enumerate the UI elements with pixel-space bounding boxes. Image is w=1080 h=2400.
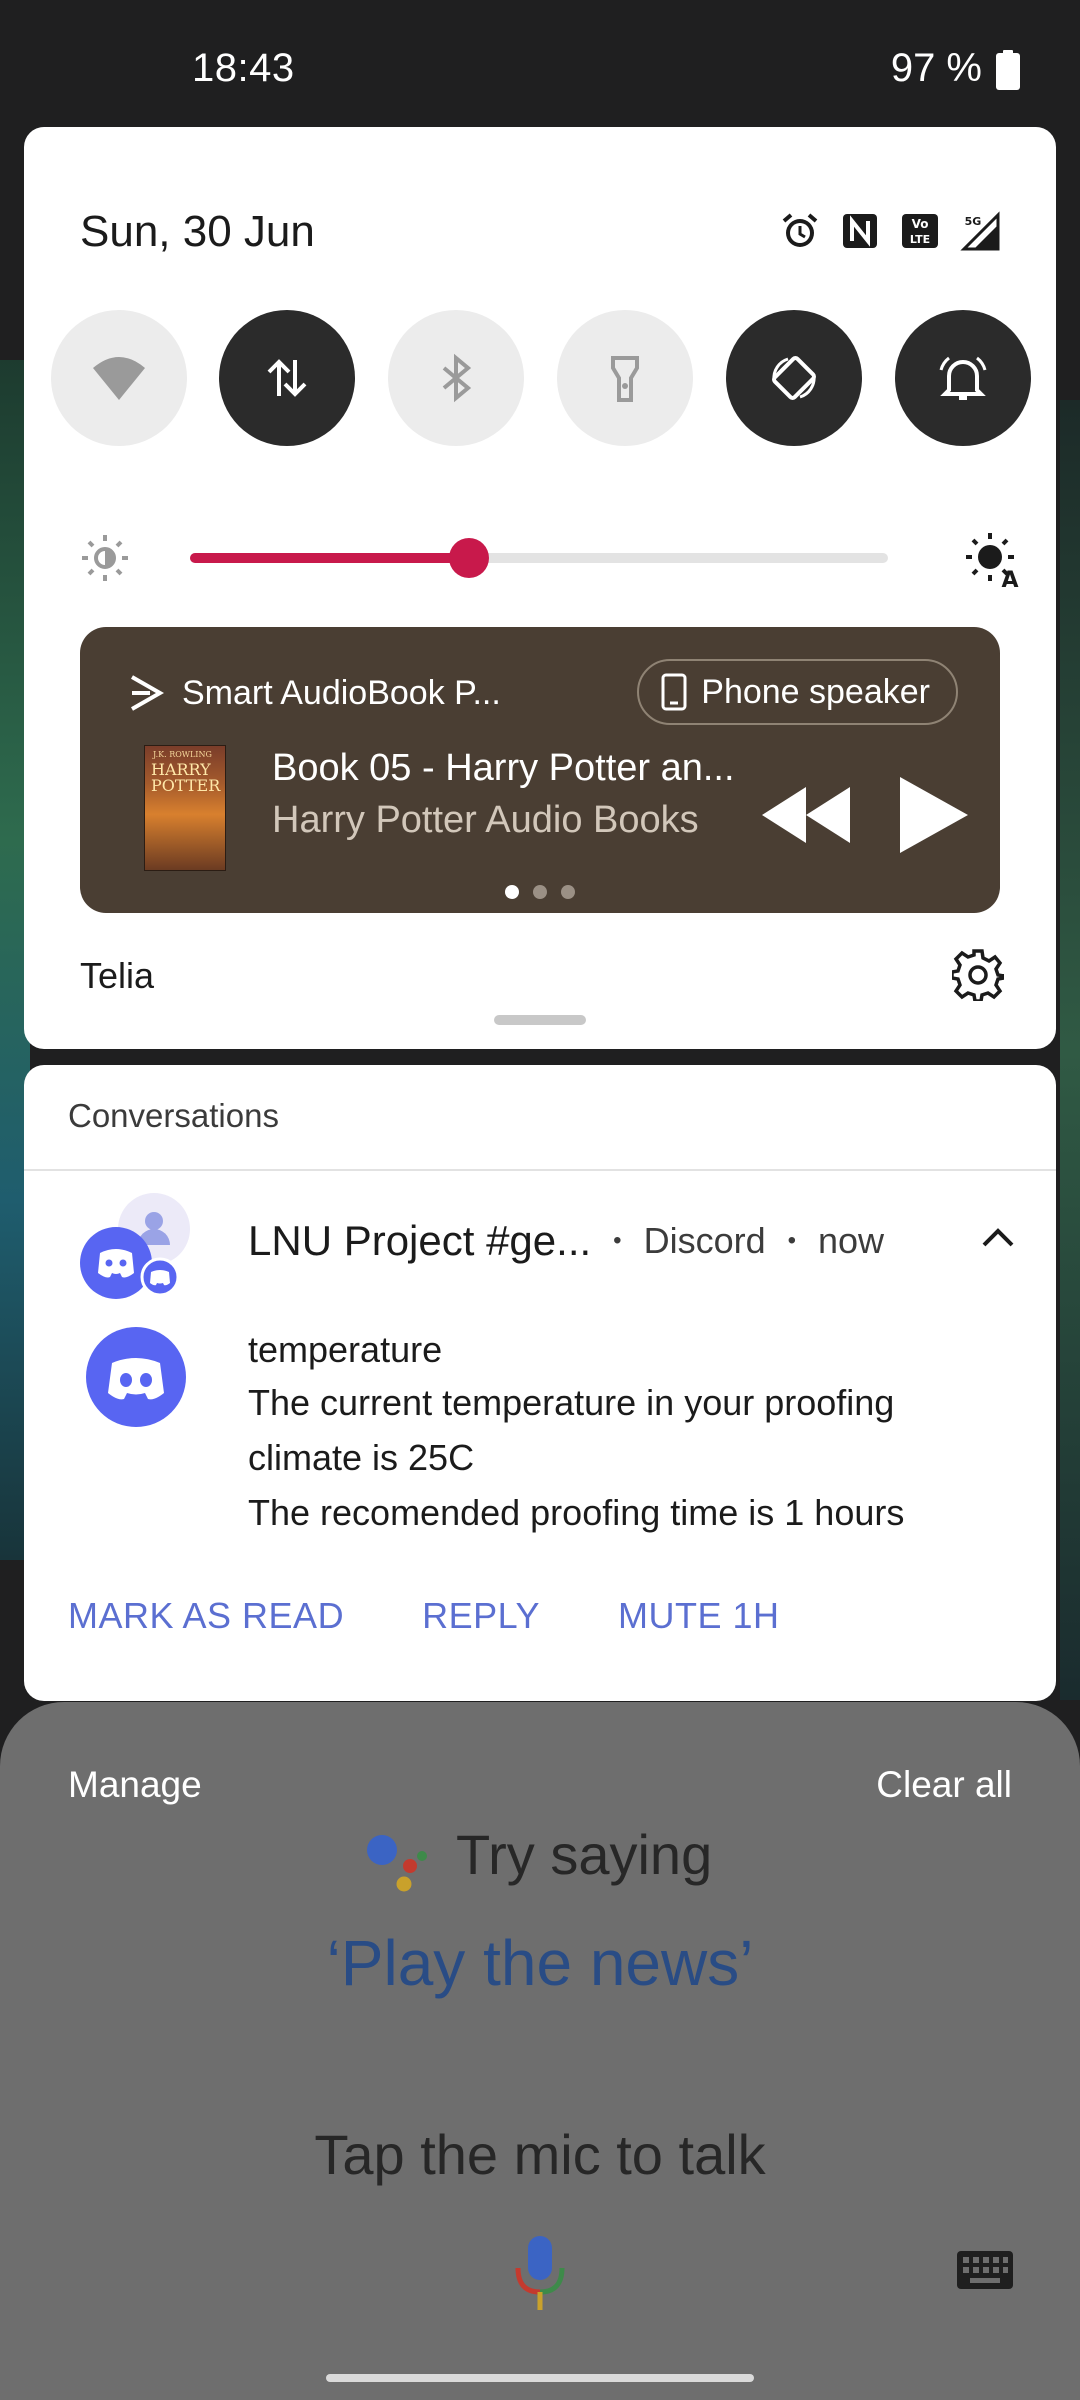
nfc-icon: [843, 214, 877, 248]
section-divider: [24, 1169, 1056, 1171]
notification-time: now: [818, 1220, 885, 1261]
svg-text:5G: 5G: [965, 215, 982, 228]
battery-icon: [996, 50, 1020, 90]
quick-tiles: [51, 310, 1031, 446]
navigation-handle[interactable]: [326, 2374, 754, 2382]
wifi-icon: [93, 357, 145, 400]
notification-header: LNU Project #ge... • Discord • now: [248, 1217, 885, 1264]
battery-percentage: 97 %: [890, 46, 982, 90]
clear-all-button[interactable]: Clear all: [876, 1764, 1012, 1806]
assistant-suggestion[interactable]: ‘Play the news’: [0, 1926, 1080, 2000]
brightness-low-icon: [82, 535, 128, 581]
output-device-label: Phone speaker: [701, 672, 930, 711]
output-device-button[interactable]: Phone speaker: [637, 659, 958, 725]
brightness-slider[interactable]: [190, 538, 888, 578]
section-header-conversations: Conversations: [68, 1097, 279, 1134]
notification-title: LNU Project #ge...: [248, 1217, 592, 1264]
try-saying-label: Try saying: [456, 1823, 713, 1886]
svg-text:A: A: [1001, 568, 1018, 589]
page-dot: [561, 885, 575, 899]
brightness-slider-thumb[interactable]: [449, 538, 490, 578]
brightness-slider-fill: [190, 553, 470, 563]
status-bar: 18:43 97 %: [0, 0, 1080, 128]
keyboard-icon[interactable]: [956, 2250, 1014, 2290]
page-dot: [533, 885, 547, 899]
rewind-button[interactable]: [760, 785, 852, 845]
data-arrows-icon: [267, 359, 307, 397]
bell-icon: [939, 356, 987, 400]
group-avatar-icon: [80, 1193, 190, 1299]
phone-icon: [661, 673, 687, 711]
tile-auto-rotate[interactable]: [726, 310, 862, 446]
svg-text:LTE: LTE: [910, 233, 930, 246]
quick-settings-panel: Sun, 30 Jun Vo LTE 5G A Smart AudioBook …: [24, 127, 1056, 1049]
message-sender: temperature: [248, 1329, 443, 1370]
tile-wifi[interactable]: [51, 310, 187, 446]
carrier-name: Telia: [80, 955, 155, 996]
volte-icon: Vo LTE: [902, 214, 938, 248]
settings-gear-icon[interactable]: [952, 949, 1004, 1001]
rotate-icon: [772, 356, 816, 400]
qs-date[interactable]: Sun, 30 Jun: [80, 207, 315, 257]
tile-bluetooth[interactable]: [388, 310, 524, 446]
media-player-card[interactable]: Smart AudioBook P... Phone speaker J.K. …: [80, 627, 1000, 913]
message-body: The current temperature in your proofing…: [248, 1375, 1008, 1540]
media-page-indicator: [80, 885, 1000, 899]
qs-status-icons: Vo LTE 5G: [780, 211, 1000, 251]
svg-text:Vo: Vo: [912, 217, 929, 231]
alarm-icon: [782, 213, 818, 247]
play-button[interactable]: [898, 775, 970, 855]
tile-flashlight[interactable]: [557, 310, 693, 446]
message-text: The current temperature in your proofing…: [248, 1382, 905, 1533]
notification-app-name: Discord: [643, 1220, 766, 1261]
media-app-name: Smart AudioBook P...: [182, 673, 501, 712]
flashlight-icon: [611, 356, 639, 402]
signal-5g-icon: 5G: [960, 211, 1000, 251]
album-art-title: HARRY POTTER: [151, 760, 221, 795]
wallpaper-right-edge: [1060, 400, 1080, 1700]
album-art: J.K. ROWLING HARRY POTTER: [144, 745, 226, 871]
page-dot-active: [505, 885, 519, 899]
tile-sound[interactable]: [895, 310, 1031, 446]
google-assistant-icon: [367, 1835, 427, 1892]
tile-mobile-data[interactable]: [219, 310, 355, 446]
status-time: 18:43: [192, 46, 295, 90]
mark-as-read-button[interactable]: MARK AS READ: [68, 1595, 344, 1637]
notification-actions: MARK AS READ REPLY MUTE 1H: [68, 1595, 779, 1637]
media-app-header: Smart AudioBook P...: [128, 673, 501, 713]
media-title: Book 05 - Harry Potter an...: [272, 747, 735, 789]
microphone-icon[interactable]: [514, 2234, 566, 2312]
panel-drag-handle[interactable]: [494, 1015, 586, 1025]
notification-card[interactable]: Conversations LNU Project #ge... • Disco…: [24, 1065, 1056, 1701]
reply-button[interactable]: REPLY: [422, 1595, 540, 1637]
bluetooth-icon: [442, 353, 472, 403]
tap-mic-hint: Tap the mic to talk: [314, 2123, 766, 2186]
discord-icon: [86, 1327, 186, 1427]
chevron-up-icon[interactable]: [980, 1225, 1016, 1249]
media-artist: Harry Potter Audio Books: [272, 799, 699, 841]
album-art-author: J.K. ROWLING: [153, 750, 212, 759]
brightness-control: A: [80, 525, 1020, 589]
audiobook-app-icon: [131, 675, 164, 711]
mute-button[interactable]: MUTE 1H: [618, 1595, 780, 1637]
manage-button[interactable]: Manage: [68, 1764, 202, 1806]
brightness-auto-icon: A: [966, 533, 1019, 589]
